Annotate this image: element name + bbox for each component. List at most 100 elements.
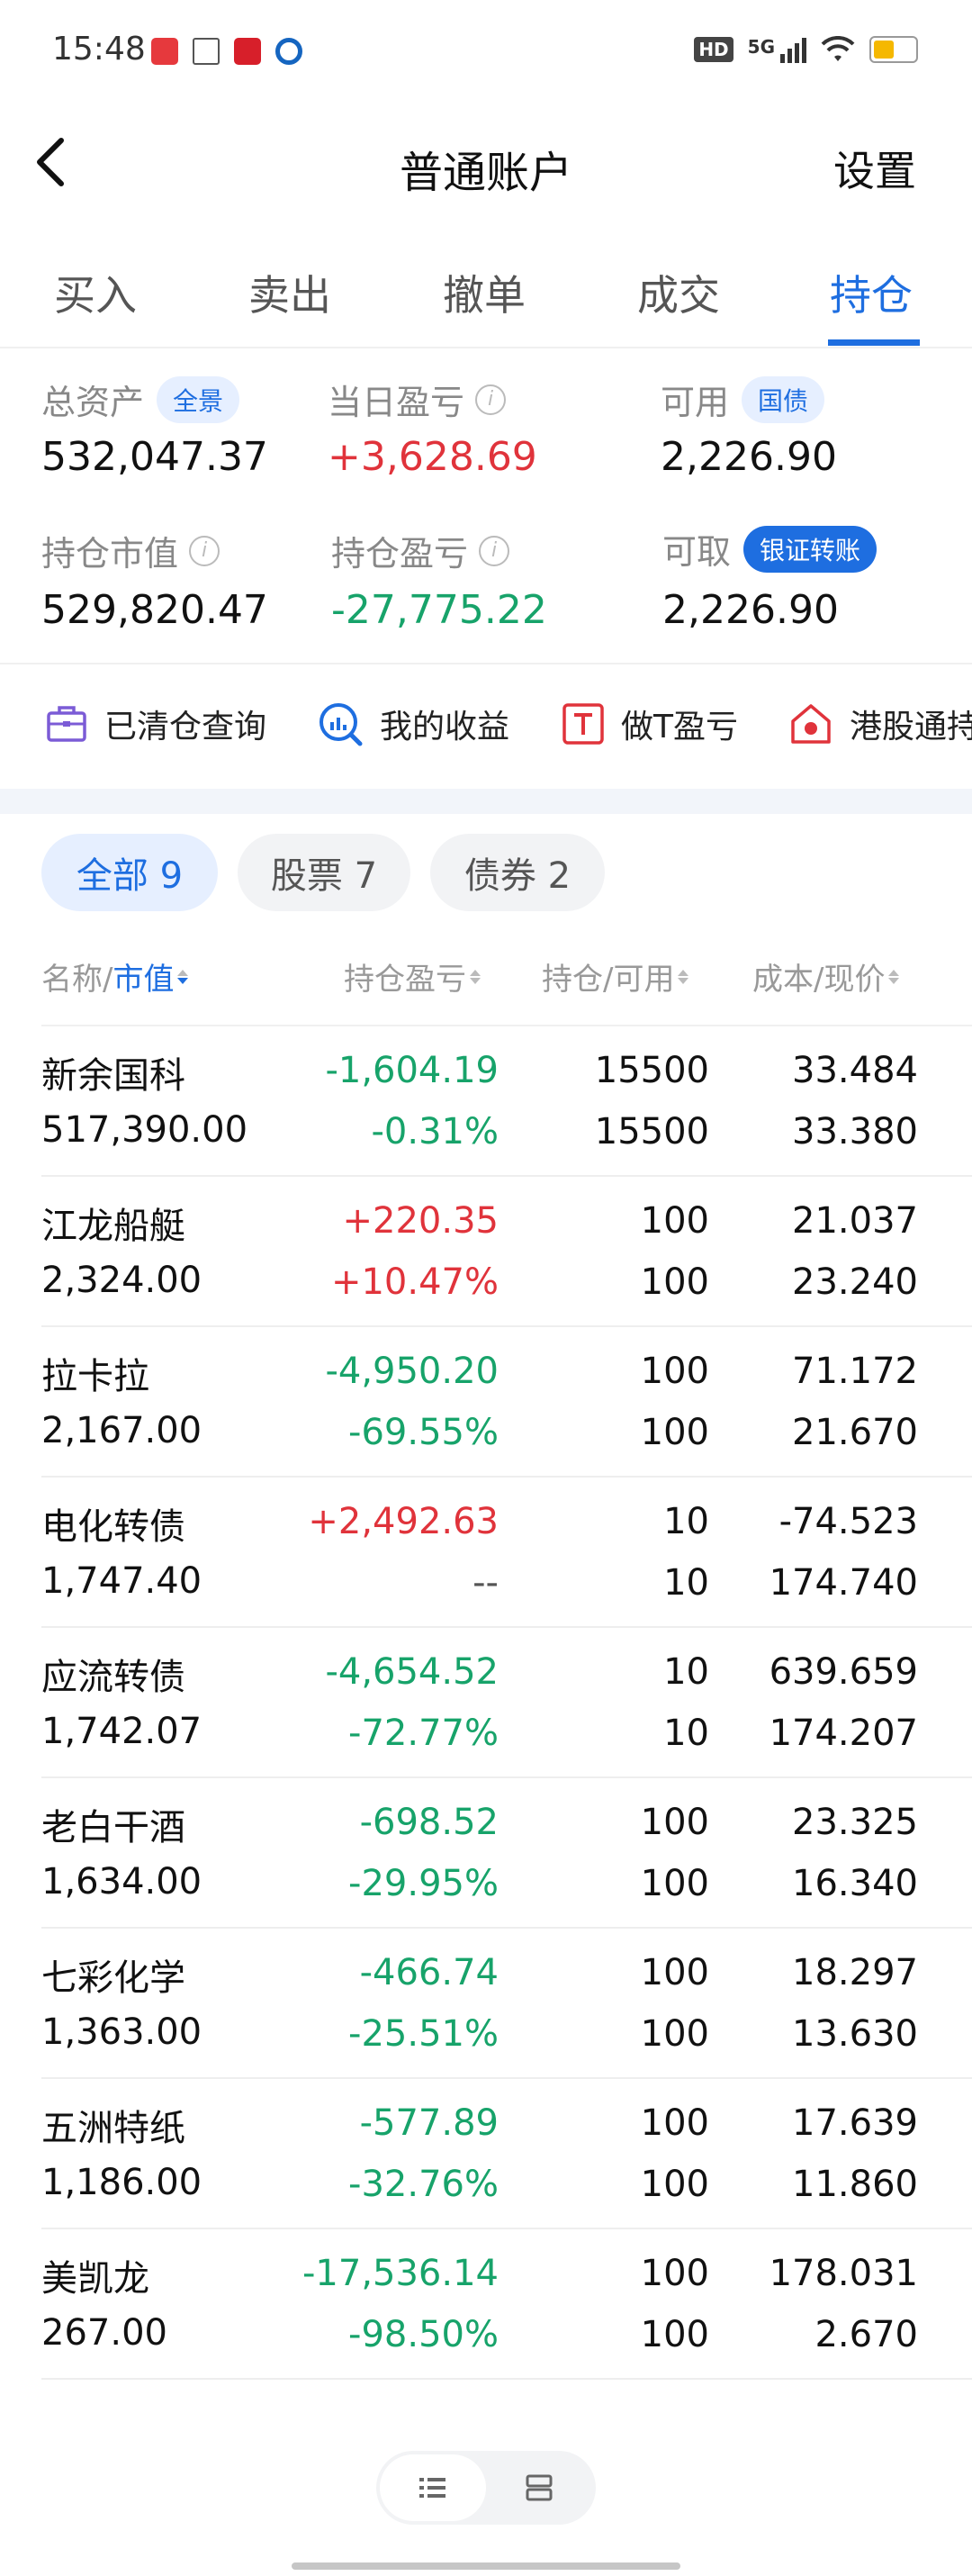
position-qty: 10 bbox=[663, 1651, 709, 1693]
tab-buy[interactable]: 买入 bbox=[54, 263, 137, 322]
table-row[interactable]: 新余国科 517,390.00 -1,604.19 -0.31% 15500 15500 3… bbox=[0, 1026, 972, 1177]
available-qty: 10 bbox=[663, 1562, 709, 1604]
red-app-icon bbox=[234, 38, 261, 65]
position-value-value: 529,820.47 bbox=[41, 587, 268, 633]
filter-stocks[interactable]: 股票 7 bbox=[238, 834, 410, 911]
hd-icon: HD bbox=[694, 37, 734, 62]
day-trade-pl-link[interactable]: 做T盈亏 bbox=[562, 700, 738, 747]
tab-deals[interactable]: 成交 bbox=[637, 263, 720, 322]
wifi-icon bbox=[821, 36, 855, 61]
available-qty: 100 bbox=[640, 1863, 709, 1904]
stock-name: 五洲特纸 bbox=[41, 2108, 185, 2149]
position-qty: 10 bbox=[663, 1501, 709, 1542]
info-icon[interactable]: i bbox=[479, 535, 510, 566]
col-header-position[interactable]: 持仓/可用 bbox=[542, 954, 689, 999]
available-qty: 100 bbox=[640, 2164, 709, 2205]
status-time: 15:48 bbox=[52, 31, 146, 68]
position-pl-percent: -29.95% bbox=[348, 1863, 499, 1904]
table-row[interactable]: 五洲特纸 1,186.00 -577.89 -32.76% 100 100 17.639 11… bbox=[0, 2079, 972, 2229]
battery-icon bbox=[869, 36, 918, 63]
position-pl-percent: -98.50% bbox=[348, 2314, 499, 2355]
stock-name: 电化转债 bbox=[41, 1506, 185, 1548]
stock-name: 美凯龙 bbox=[41, 2258, 149, 2300]
available-qty: 100 bbox=[640, 2013, 709, 2055]
position-pl-percent: +10.47% bbox=[330, 1261, 499, 1303]
stock-name: 老白干酒 bbox=[41, 1807, 185, 1848]
my-earnings-link[interactable]: 我的收益 bbox=[317, 700, 509, 747]
market-value: 1,747.40 bbox=[41, 1560, 202, 1602]
page-title: 普通账户 bbox=[399, 148, 572, 198]
table-row[interactable]: 七彩化学 1,363.00 -466.74 -25.51% 100 100 18.297 13… bbox=[0, 1929, 972, 2079]
position-pl: -466.74 bbox=[359, 1952, 499, 1993]
market-value-header-text: 市值 bbox=[112, 962, 175, 998]
pl-header-text: 持仓盈亏 bbox=[344, 962, 466, 998]
cost-price: 71.172 bbox=[792, 1351, 918, 1392]
daily-pl-value: +3,628.69 bbox=[328, 434, 537, 480]
sort-icon bbox=[177, 969, 189, 984]
table-row[interactable]: 美凯龙 267.00 -17,536.14 -98.50% 100 100 178.031 2… bbox=[0, 2229, 972, 2380]
position-pl-percent: -0.31% bbox=[371, 1111, 499, 1152]
row-divider bbox=[41, 2378, 972, 2380]
position-pl: -4,654.52 bbox=[325, 1651, 499, 1693]
withdrawable-text: 可取 bbox=[662, 532, 732, 572]
current-price: 16.340 bbox=[792, 1863, 918, 1904]
info-icon[interactable]: i bbox=[475, 384, 507, 415]
current-price: 21.670 bbox=[792, 1412, 918, 1453]
current-price: 11.860 bbox=[792, 2164, 918, 2205]
bank-transfer-button[interactable]: 银证转账 bbox=[743, 525, 878, 573]
list-icon bbox=[419, 2478, 446, 2498]
sort-icon bbox=[888, 969, 900, 984]
trade-tabs: 买入 卖出 撤单 成交 持仓 bbox=[0, 243, 972, 348]
tab-holdings[interactable]: 持仓 bbox=[830, 263, 913, 322]
col-header-name[interactable]: 名称/ 市值 bbox=[41, 954, 189, 999]
position-qty: 100 bbox=[640, 2253, 709, 2294]
table-row[interactable]: 老白干酒 1,634.00 -698.52 -29.95% 100 100 23.325 16… bbox=[0, 1778, 972, 1929]
available-text: 可用 bbox=[661, 383, 730, 422]
table-row[interactable]: 应流转债 1,742.07 -4,654.52 -72.77% 10 10 639.659 1… bbox=[0, 1628, 972, 1778]
market-value: 1,742.07 bbox=[41, 1711, 202, 1752]
total-assets-label: 总资产 全景 bbox=[41, 375, 240, 424]
toutiao-app-icon bbox=[151, 38, 178, 65]
current-price: 23.240 bbox=[792, 1261, 918, 1303]
settings-button[interactable]: 设置 bbox=[833, 139, 916, 198]
total-assets-value: 532,047.37 bbox=[41, 434, 268, 480]
hk-house-icon bbox=[791, 704, 831, 744]
status-bar: 15:48 HD 5G bbox=[0, 0, 972, 108]
filter-all[interactable]: 全部 9 bbox=[41, 834, 218, 911]
active-tab-indicator bbox=[828, 339, 920, 346]
panorama-badge[interactable]: 全景 bbox=[157, 375, 240, 423]
filter-bonds[interactable]: 债券 2 bbox=[430, 834, 605, 911]
tab-cancel[interactable]: 撤单 bbox=[443, 263, 526, 322]
stock-name: 七彩化学 bbox=[41, 1957, 185, 1999]
position-pl: -1,604.19 bbox=[325, 1050, 499, 1091]
signal-icon bbox=[780, 36, 806, 63]
available-qty: 15500 bbox=[594, 1111, 709, 1152]
cost-price: 33.484 bbox=[792, 1050, 918, 1091]
info-icon[interactable]: i bbox=[189, 535, 220, 566]
market-value: 517,390.00 bbox=[41, 1109, 248, 1151]
current-price: 13.630 bbox=[792, 2013, 918, 2055]
col-header-cost[interactable]: 成本/现价 bbox=[752, 954, 900, 999]
table-row[interactable]: 电化转债 1,747.40 +2,492.63 -- 10 10 -74.523 174.74… bbox=[0, 1478, 972, 1628]
table-row[interactable]: 江龙船艇 2,324.00 +220.35 +10.47% 100 100 21.037 23… bbox=[0, 1177, 972, 1327]
card-view-button[interactable] bbox=[486, 2454, 592, 2521]
cleared-positions-link[interactable]: 已清仓查询 bbox=[45, 700, 266, 747]
position-pl-percent: -32.76% bbox=[348, 2164, 499, 2205]
col-header-pl[interactable]: 持仓盈亏 bbox=[344, 954, 481, 999]
position-pl-label: 持仓盈亏 i bbox=[331, 526, 510, 575]
available-qty: 100 bbox=[640, 1412, 709, 1453]
market-value: 2,324.00 bbox=[41, 1260, 202, 1301]
tab-sell[interactable]: 卖出 bbox=[248, 263, 331, 322]
available-qty: 10 bbox=[663, 1713, 709, 1754]
list-view-button[interactable] bbox=[380, 2454, 486, 2521]
treasury-badge[interactable]: 国债 bbox=[742, 375, 825, 423]
account-summary: 总资产 全景 532,047.37 当日盈亏 i +3,628.69 可用 国债… bbox=[0, 348, 972, 663]
market-value: 1,363.00 bbox=[41, 2011, 202, 2053]
hk-connect-link[interactable]: 港股通持 bbox=[788, 700, 972, 747]
chart-search-icon bbox=[320, 703, 363, 746]
position-qty: 100 bbox=[640, 2102, 709, 2144]
position-pl-percent: -25.51% bbox=[348, 2013, 499, 2055]
cost-price: 18.297 bbox=[792, 1952, 918, 1993]
current-price: 174.740 bbox=[769, 1562, 918, 1604]
table-row[interactable]: 拉卡拉 2,167.00 -4,950.20 -69.55% 100 100 71.172 2… bbox=[0, 1327, 972, 1478]
